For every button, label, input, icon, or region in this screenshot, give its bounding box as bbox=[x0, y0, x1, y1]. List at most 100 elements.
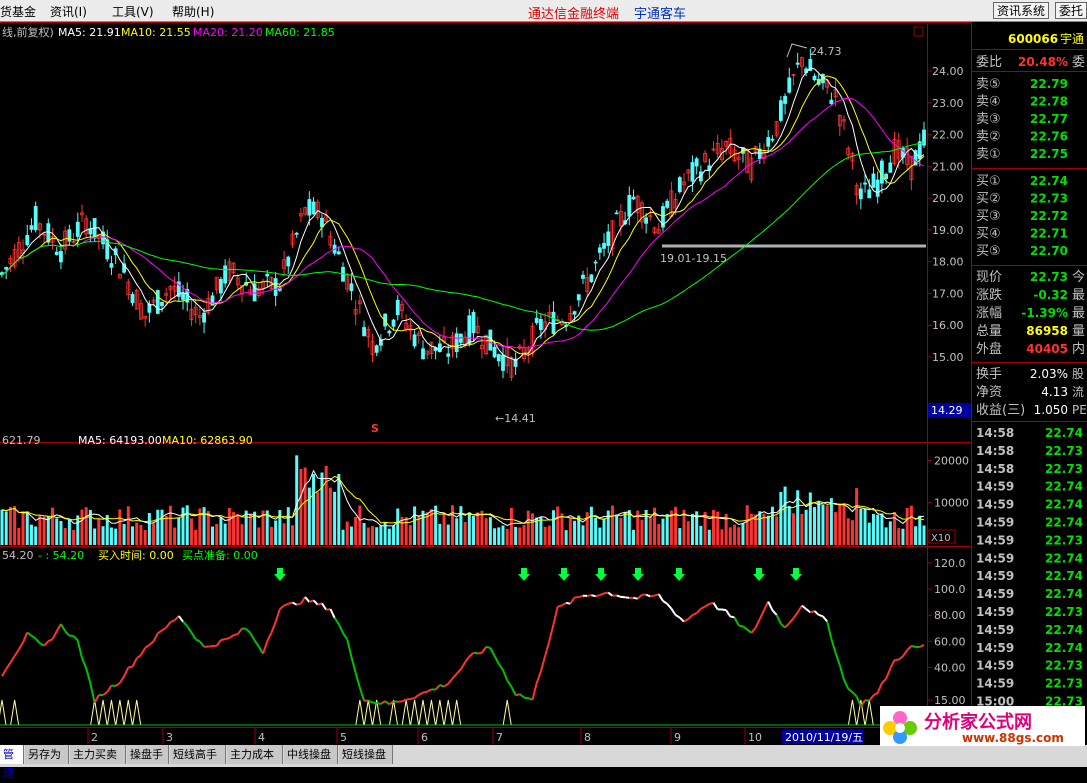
kline-chart-area[interactable]: 线,前复权) MA5: 21.91 MA10: 21.55 MA20: 21.2… bbox=[0, 0, 1087, 767]
tick-time: 14:58 bbox=[976, 426, 1014, 440]
indicator-segment bbox=[836, 653, 840, 665]
ind-y-tick-label: 80.00 bbox=[934, 609, 966, 622]
indicator-segment bbox=[532, 683, 536, 700]
volume-bar bbox=[834, 512, 837, 545]
indicator-segment bbox=[684, 619, 688, 621]
ask-price: 22.78 bbox=[1030, 95, 1068, 109]
ask-label: 卖⑤ bbox=[976, 77, 1001, 92]
tab-manage[interactable]: 管理 bbox=[0, 745, 24, 764]
volume-bar bbox=[619, 518, 622, 545]
indicator-segment bbox=[730, 617, 734, 618]
indicator-segment bbox=[305, 597, 309, 602]
indicator-segment bbox=[415, 695, 419, 698]
candle-body bbox=[30, 226, 33, 230]
volume-bar bbox=[910, 506, 913, 545]
candle-body bbox=[645, 218, 648, 223]
indicator-segment bbox=[798, 606, 802, 613]
stat-trail: 最 bbox=[1072, 306, 1085, 321]
tick-price: 22.74 bbox=[1045, 641, 1083, 655]
main-y-tick-label: 18.00 bbox=[932, 256, 964, 269]
stat2-value: 1.050 bbox=[1034, 403, 1068, 417]
sell-marker: S bbox=[371, 422, 379, 435]
candle-body bbox=[539, 319, 542, 329]
candle-body bbox=[598, 248, 601, 253]
volume-bar bbox=[43, 517, 46, 545]
indicator-segment bbox=[65, 631, 69, 636]
indicator-segment bbox=[351, 657, 355, 673]
indicator-segment bbox=[852, 692, 856, 696]
candle-body bbox=[784, 96, 787, 103]
indicator-segment bbox=[570, 597, 574, 603]
indicator-segment bbox=[688, 615, 692, 619]
indicator-triangle bbox=[133, 700, 141, 725]
indicator-segment bbox=[31, 636, 35, 639]
tab-main-force[interactable]: 主力买卖 bbox=[70, 745, 126, 764]
bid-label: 买③ bbox=[976, 209, 1001, 224]
volume-bar bbox=[918, 516, 921, 545]
tab-short-term[interactable]: 短线操盘 bbox=[339, 745, 393, 764]
tick-price: 22.73 bbox=[1045, 659, 1083, 673]
volume-bar bbox=[767, 516, 770, 545]
candle-body bbox=[859, 189, 862, 199]
chart-close-box[interactable] bbox=[914, 27, 923, 36]
indicator-segment bbox=[330, 609, 334, 618]
volume-bar bbox=[784, 487, 787, 545]
indicator-segment bbox=[899, 656, 903, 659]
volume-bar bbox=[169, 506, 172, 545]
ind-val2: - : 54.20 bbox=[38, 549, 84, 562]
tick-price: 22.74 bbox=[1045, 551, 1083, 565]
volume-bar bbox=[720, 529, 723, 545]
candle-body bbox=[312, 202, 315, 214]
indicator-segment bbox=[145, 645, 149, 648]
volume-bar bbox=[594, 518, 597, 545]
indicator-segment bbox=[292, 602, 296, 604]
volume-bar bbox=[880, 513, 883, 545]
ma20-line bbox=[2, 98, 924, 348]
indicator-triangle bbox=[427, 700, 435, 725]
indicator-triangle bbox=[356, 700, 364, 725]
indicator-line bbox=[2, 593, 924, 707]
tab-operator[interactable]: 操盘手 bbox=[127, 745, 169, 764]
volume-bar bbox=[236, 514, 239, 545]
volume-bar bbox=[611, 506, 614, 545]
volume-bar bbox=[497, 527, 500, 545]
volume-bar bbox=[379, 525, 382, 545]
ma5-legend: MA5: 21.91 bbox=[58, 26, 121, 39]
volume-bar bbox=[674, 507, 677, 545]
candle-body bbox=[468, 316, 471, 344]
volume-bar bbox=[156, 510, 159, 545]
tab-mid-term[interactable]: 中线操盘 bbox=[284, 745, 338, 764]
indicator-segment bbox=[10, 656, 14, 663]
tab-main-cost[interactable]: 主力成本 bbox=[227, 745, 283, 764]
high-label: 24.73 bbox=[810, 45, 842, 58]
indicator-segment bbox=[760, 610, 764, 619]
volume-bar bbox=[737, 527, 740, 545]
volume-bar bbox=[283, 523, 286, 545]
ask-price: 22.76 bbox=[1030, 130, 1068, 144]
tick-price: 22.73 bbox=[1045, 444, 1083, 458]
tab-save-as[interactable]: 另存为 bbox=[25, 745, 69, 764]
volume-bar bbox=[51, 508, 54, 545]
indicator-segment bbox=[183, 622, 187, 626]
tick-price: 22.74 bbox=[1045, 498, 1083, 512]
volume-bar bbox=[228, 508, 231, 545]
tab-short-master[interactable]: 短线高手 bbox=[170, 745, 226, 764]
volume-bar bbox=[144, 530, 147, 545]
bid-label: 买④ bbox=[976, 227, 1001, 242]
tick-price: 22.74 bbox=[1045, 426, 1083, 440]
main-y-tick-label: 19.00 bbox=[932, 224, 964, 237]
volume-bar bbox=[93, 528, 96, 545]
candle-body bbox=[695, 159, 698, 166]
volume-bar bbox=[287, 507, 290, 545]
candle-body bbox=[413, 335, 416, 346]
candle-body bbox=[876, 180, 879, 196]
indicator-segment bbox=[44, 641, 48, 645]
indicator-segment bbox=[869, 695, 873, 700]
candlesticks bbox=[1, 49, 926, 381]
volume-bar bbox=[371, 526, 374, 545]
volume-bar bbox=[821, 504, 824, 545]
indicator-segment bbox=[680, 618, 684, 622]
candle-body bbox=[889, 163, 892, 172]
candle-body bbox=[287, 257, 290, 266]
indicator-segment bbox=[360, 688, 364, 701]
